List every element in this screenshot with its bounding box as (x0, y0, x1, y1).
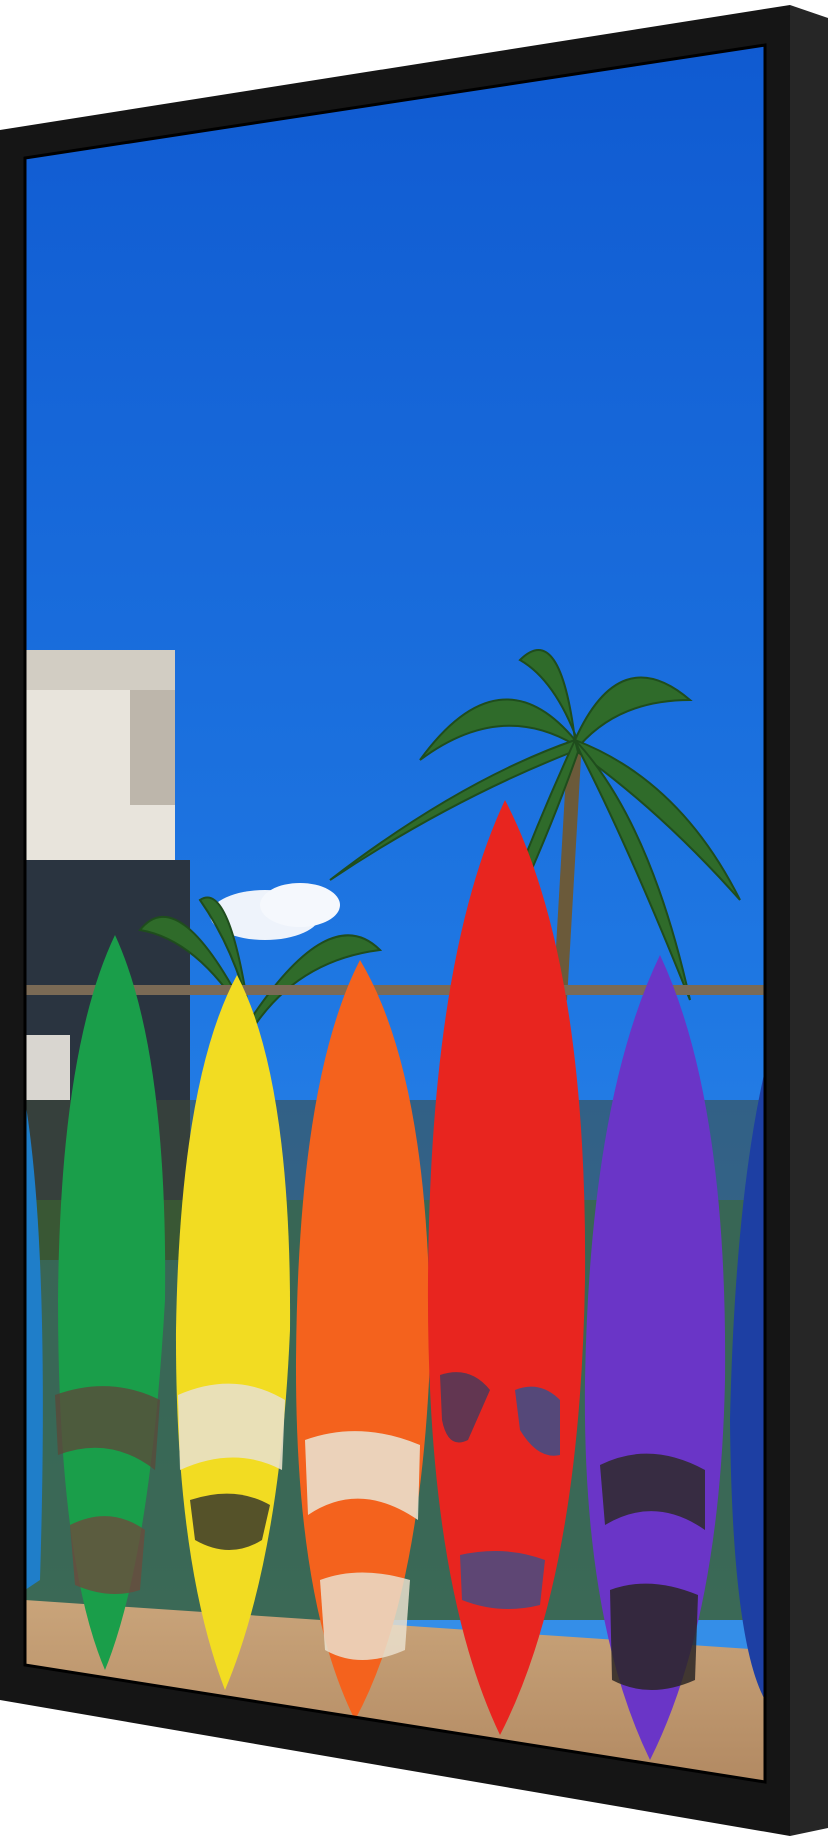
display-illustration (0, 5, 828, 1836)
display-product-shot (0, 0, 828, 1836)
screen (25, 45, 765, 1782)
